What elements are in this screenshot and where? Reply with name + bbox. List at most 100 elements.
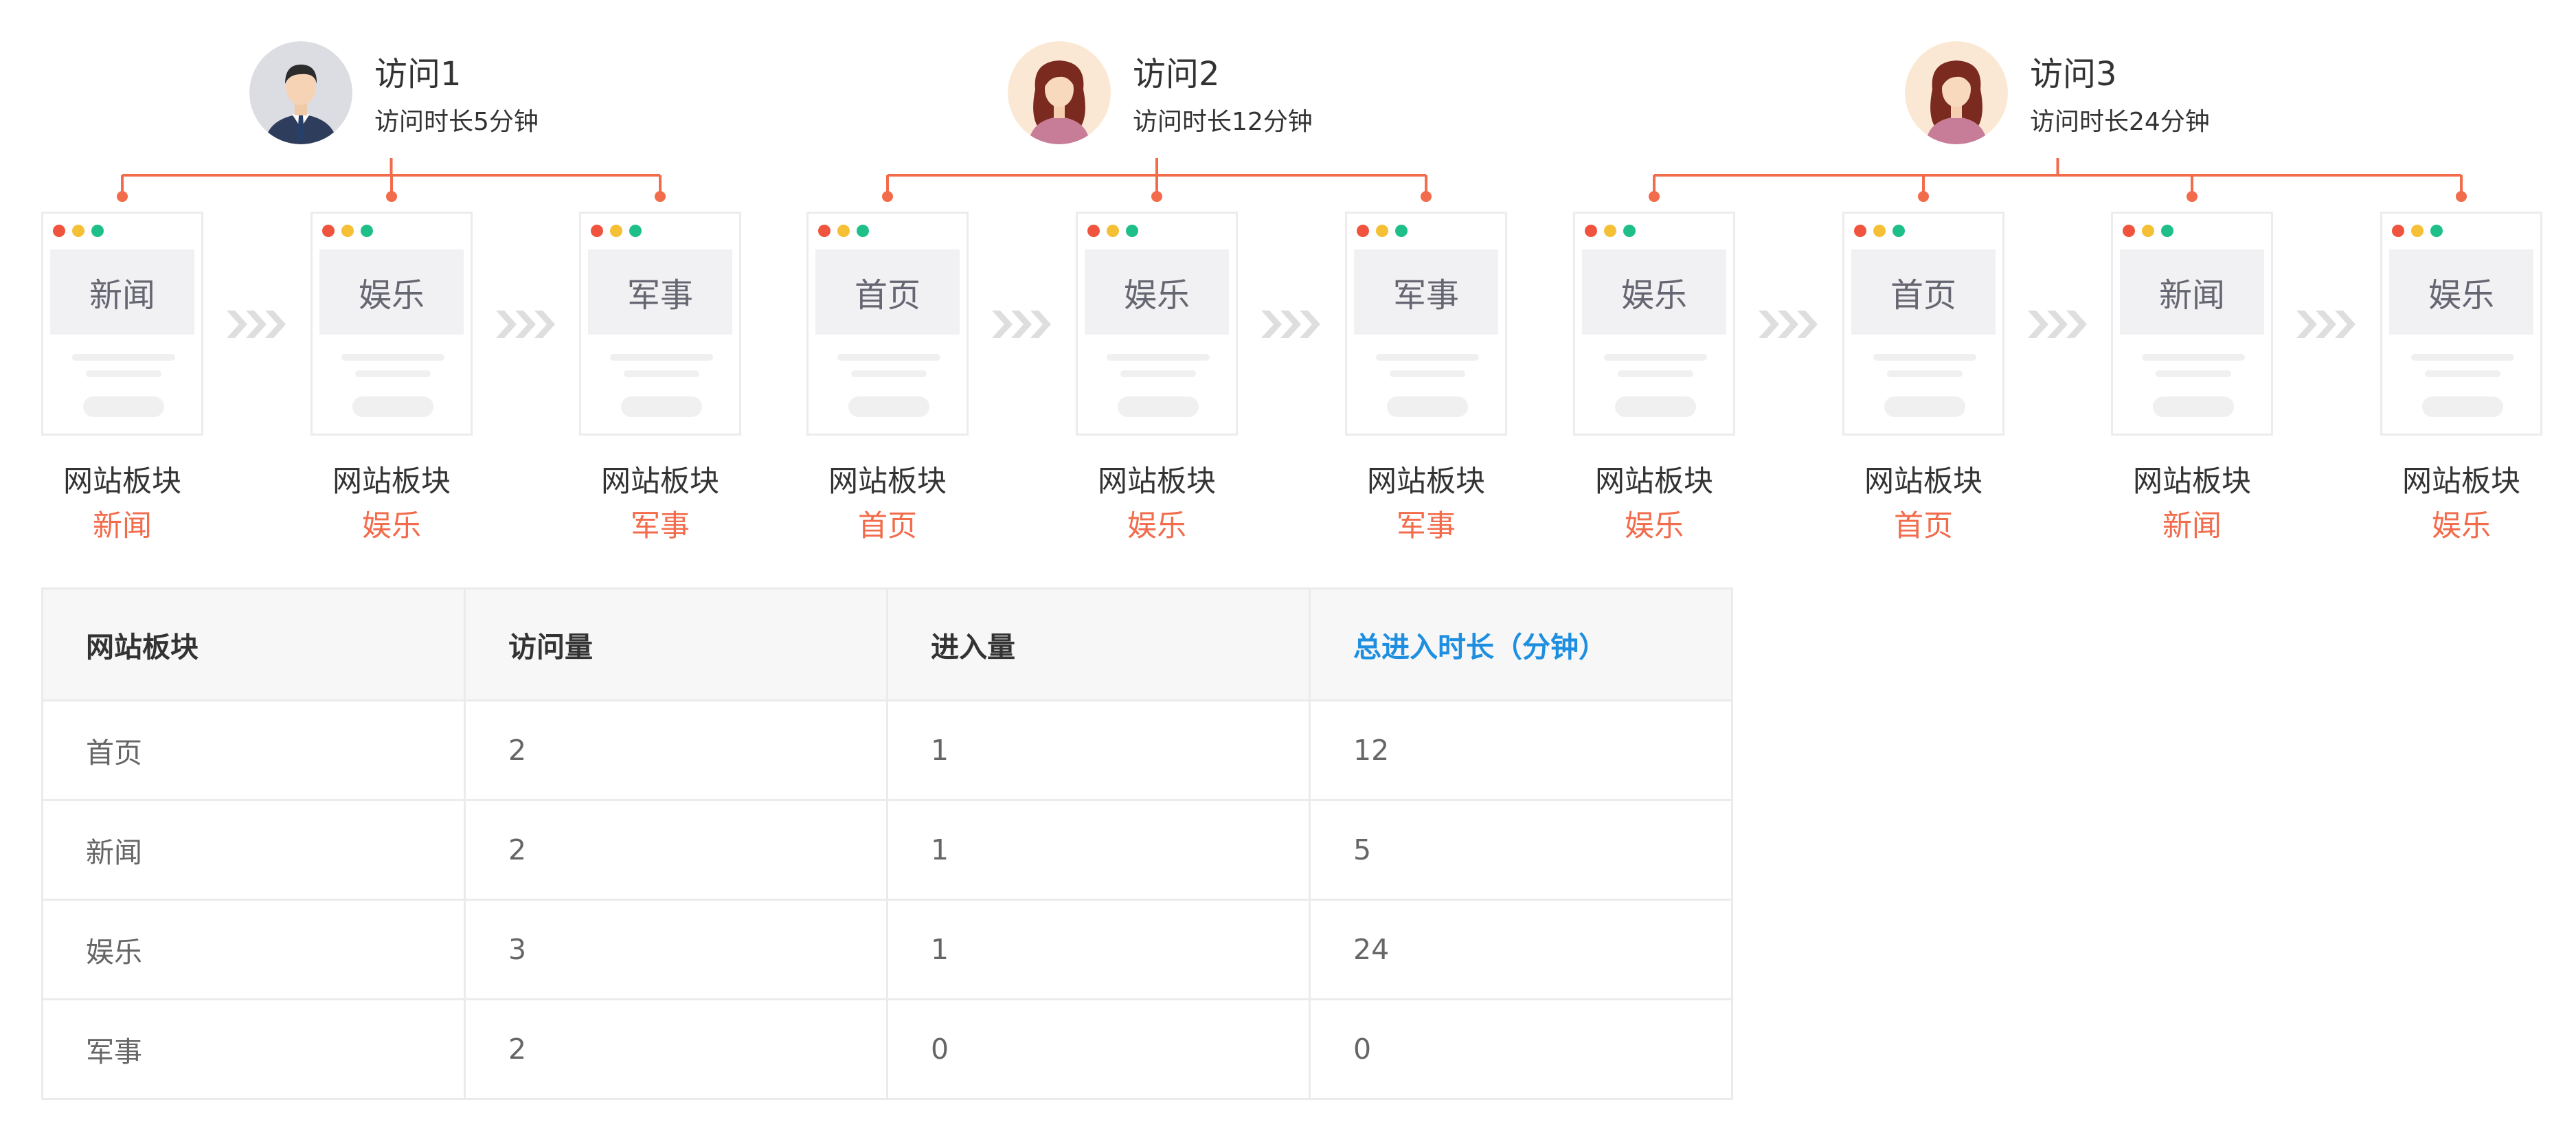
page-banner-title: 新闻 [2120, 249, 2264, 335]
page-card: 新闻 [41, 212, 203, 436]
connector-dot [1151, 191, 1162, 202]
table-cell: 军事 [41, 998, 466, 1100]
window-dot-icon [1585, 225, 1597, 237]
table-cell: 娱乐 [41, 899, 466, 1000]
section-value: 军事 [1397, 509, 1456, 543]
section-value: 娱乐 [1127, 509, 1186, 543]
placeholder-line [355, 370, 431, 377]
placeholder-line [1604, 354, 1707, 361]
chevron-right-icon [224, 308, 290, 341]
window-dot-icon [341, 225, 354, 237]
table-cell: 0 [886, 998, 1311, 1100]
placeholder-button [621, 396, 702, 417]
connector-dot [1918, 191, 1929, 202]
window-dot-icon [2392, 225, 2404, 237]
page-card: 娱乐 [310, 212, 473, 436]
connector-dot [1649, 191, 1660, 202]
table-cell: 新闻 [41, 799, 466, 901]
section-label: 网站板块 [1595, 464, 1713, 499]
placeholder-line [72, 354, 175, 361]
connector-dot [882, 191, 893, 202]
table-row: 军事 2 0 0 [41, 998, 1733, 1100]
page-card: 新闻 [2111, 212, 2273, 436]
placeholder-button [1615, 396, 1696, 417]
placeholder-button [83, 396, 164, 417]
table-row: 首页 2 1 12 [41, 699, 1733, 801]
page-card: 首页 [1842, 212, 2004, 436]
window-dot-icon [610, 225, 622, 237]
window-dot-icon [72, 225, 84, 237]
section-label: 网站板块 [1864, 464, 1982, 499]
window-dot-icon [818, 225, 831, 237]
placeholder-line [2142, 354, 2245, 361]
section-value: 首页 [858, 509, 917, 543]
placeholder-line [1873, 354, 1976, 361]
section-label: 网站板块 [828, 464, 947, 499]
section-value: 娱乐 [1625, 509, 1684, 543]
window-dot-icon [1854, 225, 1866, 237]
page-banner-title: 军事 [588, 249, 732, 335]
window-dot-icon [1087, 225, 1100, 237]
page-banner-title: 首页 [815, 249, 960, 335]
placeholder-button [352, 396, 433, 417]
placeholder-button [2153, 396, 2234, 417]
window-dot-icon [2411, 225, 2424, 237]
page-banner-title: 娱乐 [1582, 249, 1726, 335]
window-dot-icon [1357, 225, 1369, 237]
column-header-total-duration: 总进入时长（分钟） [1309, 587, 1733, 701]
table-cell: 1 [886, 899, 1311, 1000]
page-card: 军事 [579, 212, 741, 436]
placeholder-button [848, 396, 929, 417]
page-banner-title: 娱乐 [319, 249, 464, 335]
page-card: 娱乐 [1076, 212, 1238, 436]
section-label: 网站板块 [2133, 464, 2251, 499]
placeholder-line [2156, 370, 2231, 377]
visit-title: 访问1 [374, 55, 462, 93]
placeholder-line [1887, 370, 1963, 377]
chevron-right-icon [2294, 308, 2360, 341]
section-value: 首页 [1894, 509, 1953, 543]
male-user-avatar-icon [249, 41, 352, 144]
placeholder-line [341, 354, 444, 361]
section-value: 新闻 [93, 509, 152, 543]
placeholder-button [2422, 396, 2503, 417]
section-value: 新闻 [2162, 509, 2222, 543]
table-cell: 2 [464, 799, 888, 901]
section-label: 网站板块 [2402, 464, 2520, 499]
placeholder-line [1390, 370, 1465, 377]
window-dot-icon [2430, 225, 2443, 237]
page-banner-title: 军事 [1354, 249, 1498, 335]
female-user-avatar-icon [1008, 41, 1111, 144]
chevron-right-icon [989, 308, 1055, 341]
window-dot-icon [1623, 225, 1636, 237]
page-banner-title: 首页 [1851, 249, 1996, 335]
placeholder-button [1118, 396, 1199, 417]
table-cell: 1 [886, 699, 1311, 801]
connector-dot [2187, 191, 2197, 202]
window-dot-icon [1873, 225, 1886, 237]
table-row: 新闻 2 1 5 [41, 799, 1733, 901]
visit-duration: 访问时长12分钟 [1133, 108, 1313, 136]
section-label: 网站板块 [1367, 464, 1485, 499]
placeholder-line [2411, 354, 2514, 361]
page-banner-title: 娱乐 [2389, 249, 2533, 335]
visit-title: 访问2 [1133, 55, 1220, 93]
page-banner-title: 新闻 [50, 249, 194, 335]
window-dot-icon [1604, 225, 1616, 237]
section-value: 军事 [631, 509, 690, 543]
page-card: 娱乐 [2380, 212, 2542, 436]
table-cell: 0 [1309, 998, 1733, 1100]
window-dot-icon [1376, 225, 1388, 237]
page-card: 娱乐 [1573, 212, 1735, 436]
table-cell: 2 [464, 998, 888, 1100]
placeholder-line [610, 354, 713, 361]
placeholder-line [1376, 354, 1479, 361]
window-dot-icon [53, 225, 65, 237]
table-cell: 24 [1309, 899, 1733, 1000]
female-user-avatar-icon [1905, 41, 2008, 144]
table-row: 娱乐 3 1 24 [41, 899, 1733, 1000]
window-dot-icon [1107, 225, 1119, 237]
column-header-section: 网站板块 [41, 587, 466, 701]
placeholder-line [1107, 354, 1210, 361]
table-cell: 首页 [41, 699, 466, 801]
